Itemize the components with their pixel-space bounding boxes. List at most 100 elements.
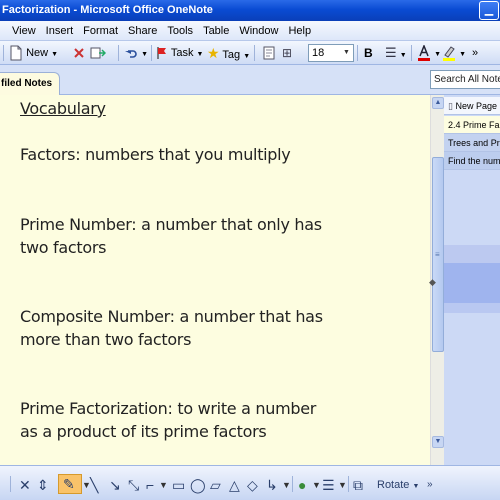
bold-button[interactable]: B [364, 44, 373, 62]
chevron-down-icon: ▼ [141, 51, 148, 58]
rotate-button[interactable]: Rotate ▼ [377, 476, 419, 494]
page-tab-item[interactable]: Trees and Pr [444, 134, 500, 152]
ellipse-button[interactable]: ◯ [190, 476, 206, 494]
scroll-up-button[interactable]: ▲ [432, 97, 444, 109]
scroll-down-button[interactable]: ▼ [432, 436, 444, 448]
parallelogram-icon: ▱ [210, 477, 221, 493]
font-color-icon [418, 44, 430, 62]
toolbar-separator [3, 45, 4, 61]
arrow-button[interactable]: ↘ [109, 476, 121, 494]
chevron-down-icon[interactable]: ▼ [282, 476, 291, 494]
page-color-button[interactable] [262, 44, 276, 62]
pen-color-button[interactable]: ● [298, 476, 306, 494]
menu-window[interactable]: Window [234, 21, 283, 40]
chevron-down-icon: ▼ [412, 483, 420, 490]
tag-button[interactable]: ★ Tag ▼ [207, 44, 250, 62]
toolbar-separator [151, 45, 152, 61]
tab-label: filed Notes [1, 78, 53, 89]
diamond-button[interactable]: ◇ [247, 476, 258, 494]
arrow-icon: ↘ [109, 477, 121, 493]
chevron-down-icon[interactable]: ▼ [312, 476, 321, 494]
menu-table[interactable]: Table [198, 21, 234, 40]
note-line: two factors [20, 238, 107, 257]
arrow-down-icon: ▼ [434, 438, 442, 445]
triangle-button[interactable]: △ [229, 476, 240, 494]
double-arrow-icon: ⤡ [128, 477, 140, 493]
note-line: Composite Number: a number that has [20, 307, 323, 326]
page-tab-item[interactable]: Find the num [444, 152, 500, 170]
font-size-select[interactable]: 18 ▼ [308, 44, 354, 62]
new-page-label: New Page [455, 101, 497, 111]
toolbar-separator [10, 476, 11, 492]
font-color-button[interactable]: ▼ [417, 44, 441, 62]
menu-view[interactable]: View [0, 21, 41, 40]
new-page-icon: ▯ [448, 101, 453, 111]
note-line: Prime Number: a number that only has [20, 215, 322, 234]
page-list-band [444, 245, 500, 263]
line-weight-icon: ☰ [322, 477, 335, 493]
rotate-label: Rotate [377, 479, 410, 491]
menu-insert[interactable]: Insert [41, 21, 79, 40]
eraser-button[interactable]: ✕ [19, 476, 31, 494]
task-button[interactable]: Task ▼ [156, 44, 203, 62]
menu-bar: View Insert Format Share Tools Table Window Hel… [0, 21, 500, 41]
more-tools-button[interactable]: » [427, 476, 433, 494]
menu-share[interactable]: Share [123, 21, 162, 40]
page-tab-item[interactable]: 2.4 Prime Fa [444, 116, 500, 134]
minimize-icon: ▁ [484, 4, 494, 16]
triangle-icon: △ [229, 477, 240, 493]
window-title: Factorization - Microsoft Office OneNote [2, 4, 213, 16]
chevron-down-icon[interactable]: ▼ [338, 476, 347, 494]
star-icon: ★ [207, 45, 220, 61]
grip-icon: ≡ [435, 250, 440, 259]
menu-format[interactable]: Format [78, 21, 123, 40]
bullets-button[interactable]: ☰ ▼ [385, 44, 407, 62]
double-arrow-button[interactable]: ⤡ [128, 476, 139, 494]
page-list-band [444, 263, 500, 303]
chevron-down-icon[interactable]: ▼ [159, 476, 168, 494]
axes-button[interactable]: ⌐ [146, 476, 154, 494]
highlight-button[interactable]: ▼ [442, 44, 466, 62]
search-input[interactable]: Search All Notebo [430, 70, 500, 89]
insert-space-icon: ⇕ [37, 477, 49, 493]
standard-toolbar: New ▼ ▼ Task ▼ ★ Tag ▼ ⊞ 18 ▼ B ☰ ▼ ▼ ▼ … [0, 41, 500, 65]
font-size-value: 18 [312, 47, 325, 59]
color-wheel-icon: ● [298, 477, 307, 493]
tab-unfiled-notes[interactable]: filed Notes [0, 72, 60, 95]
menu-help[interactable]: Help [283, 21, 316, 40]
move-page-button[interactable] [90, 44, 107, 62]
copy-shape-button[interactable]: ⧉ [353, 476, 363, 494]
undo-button[interactable]: ▼ [124, 44, 148, 62]
rectangle-button[interactable]: ▭ [172, 476, 185, 494]
toolbar-separator [254, 45, 255, 61]
diamond-icon: ◇ [247, 477, 258, 493]
grid-icon: ⊞ [282, 46, 293, 60]
more-tools-button[interactable]: » [472, 44, 478, 62]
connector-button[interactable]: ↳ [266, 476, 278, 494]
delete-button[interactable] [72, 44, 86, 62]
line-button[interactable]: ╲ [90, 476, 98, 494]
toolbar-separator [348, 476, 349, 492]
toolbar-separator [357, 45, 358, 61]
chevron-down-icon: ▼ [196, 51, 204, 58]
minimize-button[interactable]: ▁ [479, 1, 499, 20]
highlighter-icon [443, 46, 455, 62]
delete-icon [74, 48, 84, 58]
rectangle-icon: ▭ [172, 477, 186, 493]
title-bar: Factorization - Microsoft Office OneNote… [0, 0, 500, 21]
pen-button[interactable]: ✎ [58, 474, 82, 494]
resize-handle-icon[interactable]: ◆ [429, 277, 436, 288]
insert-space-button[interactable]: ⇕ [37, 476, 49, 494]
parallelogram-button[interactable]: ▱ [210, 476, 221, 494]
line-weight-button[interactable]: ☰ [322, 476, 335, 494]
note-page[interactable]: Vocabulary Factors: numbers that you mul… [0, 95, 430, 465]
hide-button[interactable]: ⊞ [282, 44, 292, 62]
connector-icon: ↳ [266, 477, 278, 493]
toolbar-separator [411, 45, 412, 61]
move-page-icon [90, 47, 107, 59]
chevron-down-icon: ▼ [399, 52, 407, 59]
new-page-button[interactable]: ▯ New Page [444, 97, 500, 115]
new-button[interactable]: New ▼ [9, 44, 58, 62]
menu-tools[interactable]: Tools [162, 21, 198, 40]
arrow-up-icon: ▲ [434, 99, 442, 106]
